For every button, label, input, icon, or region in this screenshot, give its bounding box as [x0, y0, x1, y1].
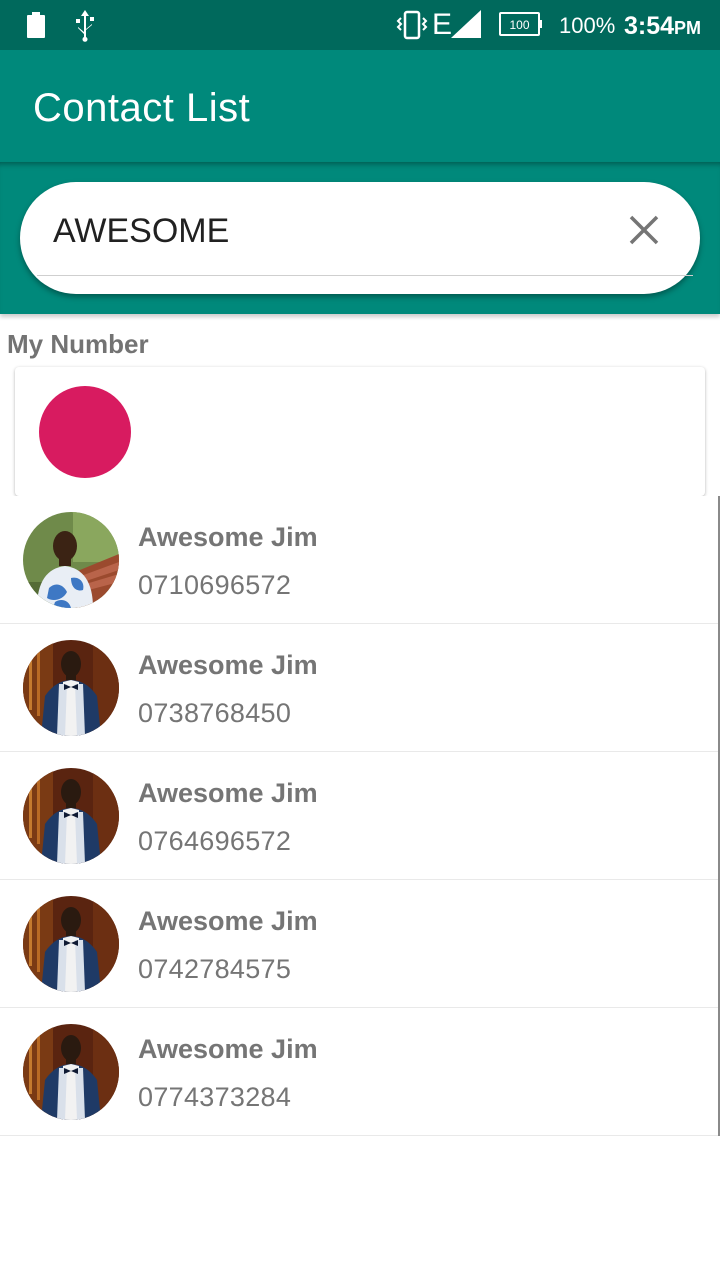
contact-avatar: [23, 512, 119, 608]
search-input-underline: [37, 275, 693, 276]
signal-icon: [451, 10, 481, 38]
contact-list: Awesome Jim 0710696572 Awesome Jim 0738768…: [0, 496, 720, 1136]
battery-icon: [27, 12, 45, 38]
my-avatar: [39, 386, 131, 478]
contact-phone: 0764696572: [138, 826, 292, 856]
page-title: Contact List: [33, 86, 251, 130]
app-screen: E 100 100% 3:54PM Contact List My Number: [0, 0, 720, 1280]
contact-avatar: [23, 1024, 119, 1120]
contact-avatar: [23, 640, 119, 736]
close-icon[interactable]: [624, 210, 664, 250]
usb-icon: [76, 10, 94, 42]
contact-name: Awesome Jim: [138, 650, 318, 680]
network-type-label: E: [432, 8, 453, 41]
vibrate-icon: [396, 10, 428, 40]
contact-phone: 0738768450: [138, 698, 292, 728]
contact-avatar: [23, 896, 119, 992]
contact-row[interactable]: Awesome Jim 0764696572: [0, 752, 720, 880]
contact-row[interactable]: Awesome Jim 0738768450: [0, 624, 720, 752]
contact-phone: 0742784575: [138, 954, 292, 984]
clock-time: 3:54: [624, 12, 675, 40]
contact-row[interactable]: Awesome Jim 0742784575: [0, 880, 720, 1008]
contact-name: Awesome Jim: [138, 906, 318, 936]
contact-name: Awesome Jim: [138, 778, 318, 808]
contact-name: Awesome Jim: [138, 522, 318, 552]
battery-level-icon: 100: [499, 12, 542, 36]
status-bar: E 100 100% 3:54PM: [0, 0, 720, 50]
my-number-label: My Number: [7, 329, 149, 359]
contact-avatar: [23, 768, 119, 864]
contact-row[interactable]: Awesome Jim 0710696572: [0, 496, 720, 624]
battery-percent: 100%: [559, 13, 616, 38]
contact-row[interactable]: Awesome Jim 0774373284: [0, 1008, 720, 1136]
contact-phone: 0774373284: [138, 1082, 292, 1112]
clock: 3:54PM: [624, 10, 701, 44]
clock-ampm: PM: [674, 18, 702, 38]
battery-box-label: 100: [509, 18, 529, 32]
contact-name: Awesome Jim: [138, 1034, 318, 1064]
search-input[interactable]: [53, 207, 593, 255]
contact-phone: 0710696572: [138, 570, 292, 600]
